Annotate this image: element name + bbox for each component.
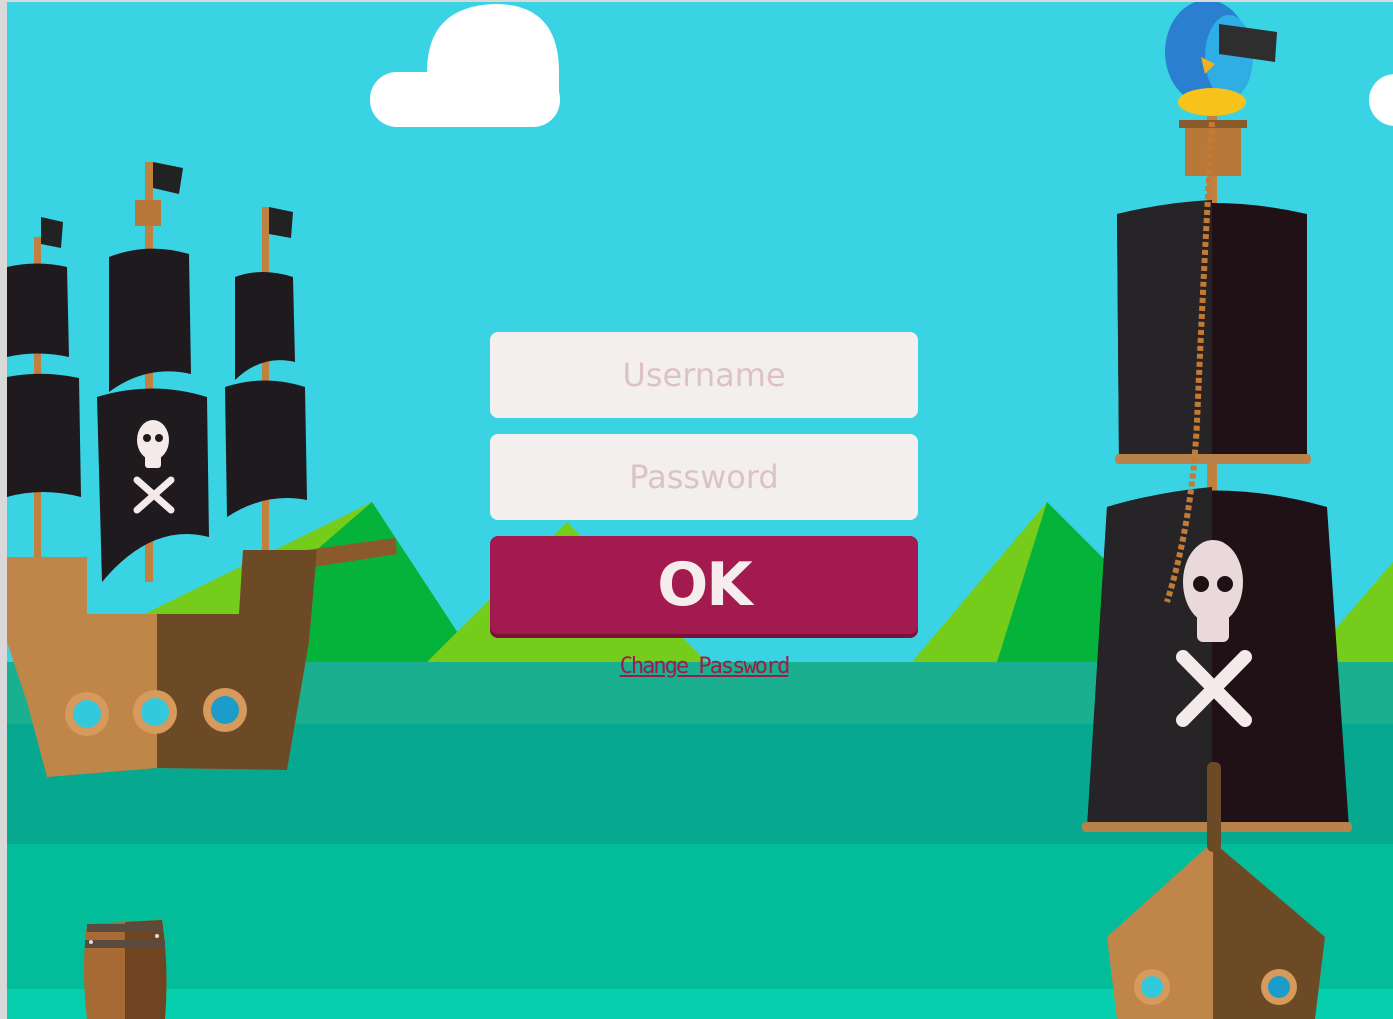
change-password-link[interactable]: Change Password	[490, 654, 918, 679]
login-form: OK Change Password	[490, 332, 918, 679]
username-input[interactable]	[490, 332, 918, 418]
ok-button[interactable]: OK	[490, 536, 918, 634]
floating-barrel	[84, 920, 167, 1019]
password-input[interactable]	[490, 434, 918, 520]
login-screen: OK Change Password	[7, 2, 1393, 1019]
